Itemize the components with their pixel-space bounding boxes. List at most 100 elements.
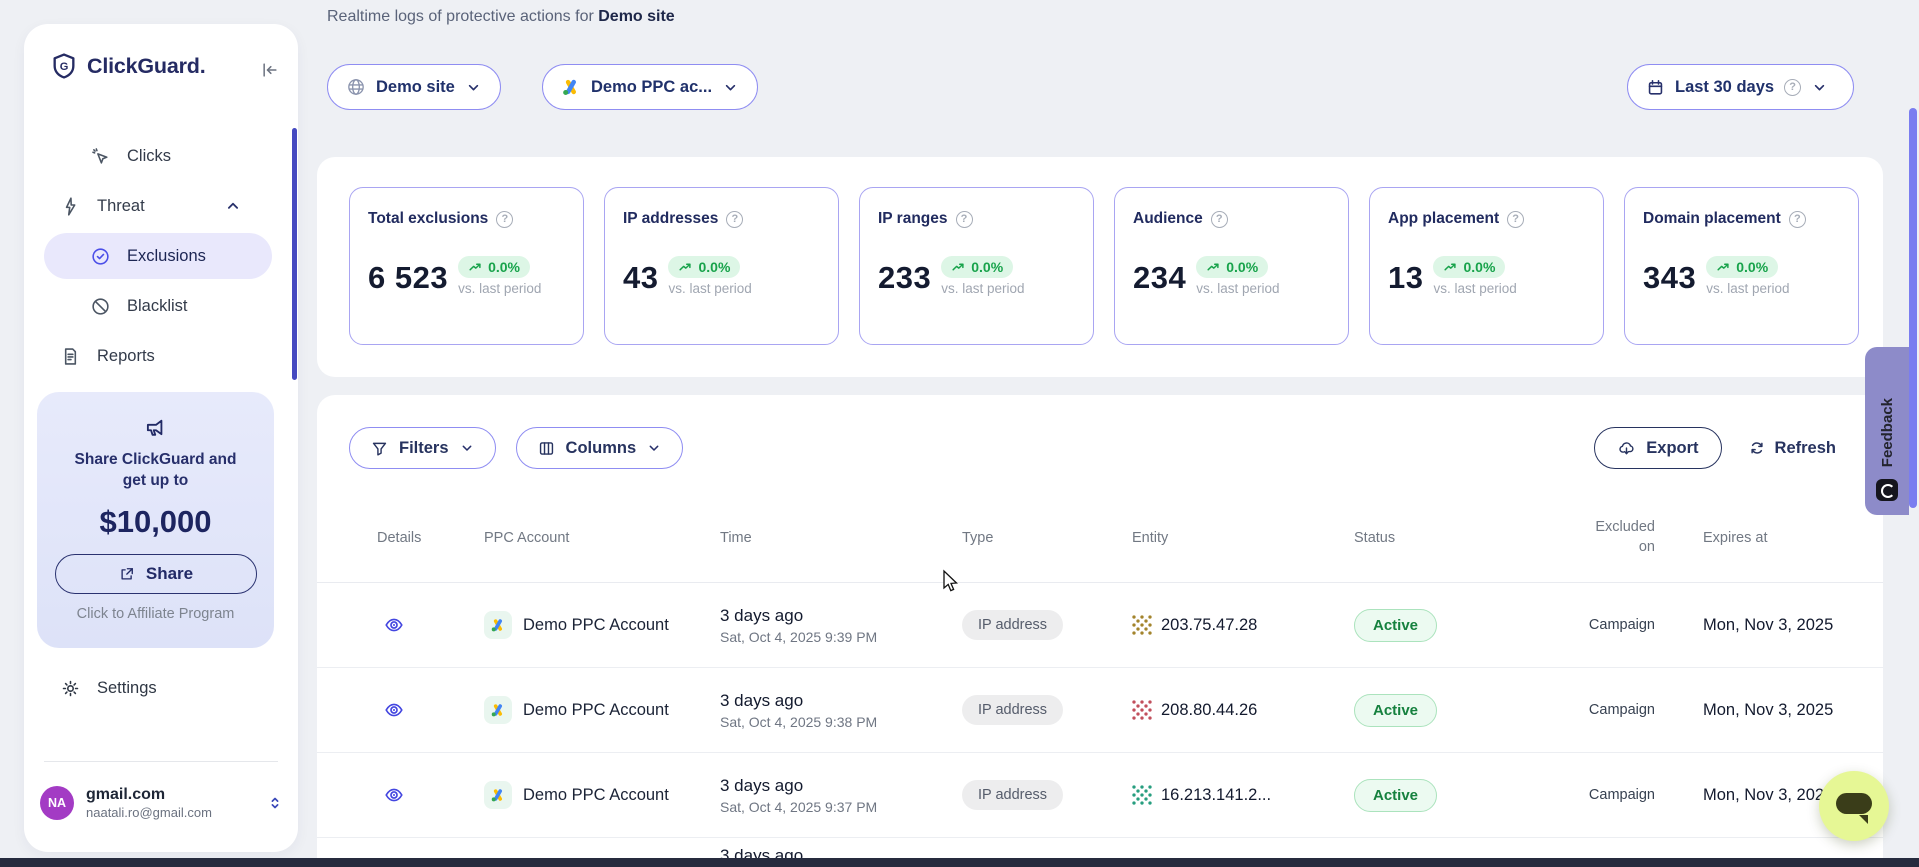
- expires-at-cell: Mon, Nov 3, 2025: [1655, 701, 1853, 720]
- clickguard-shield-icon: G: [50, 52, 78, 80]
- sidebar-item-exclusions[interactable]: Exclusions: [44, 233, 272, 279]
- stat-label: Total exclusions: [368, 210, 488, 228]
- type-cell: IP address: [962, 780, 1132, 810]
- col-time: Time: [720, 530, 962, 546]
- columns-label: Columns: [566, 439, 637, 458]
- col-type: Type: [962, 530, 1132, 546]
- help-icon[interactable]: ?: [1507, 211, 1524, 228]
- filters-button[interactable]: Filters: [349, 427, 496, 469]
- ppc-account-cell: Demo PPC Account: [484, 781, 720, 809]
- lightning-icon: [60, 196, 81, 217]
- sidebar-item-label: Threat: [97, 197, 145, 216]
- trend-badge: 0.0%: [668, 256, 740, 278]
- chevron-up-icon[interactable]: [224, 197, 242, 215]
- megaphone-icon: [51, 414, 260, 440]
- chevron-down-icon: [722, 79, 739, 96]
- excluded-on-cell: Campaign: [1530, 702, 1655, 718]
- sidebar-item-label: Exclusions: [127, 247, 206, 266]
- subtitle-text: Realtime logs of protective actions for: [327, 8, 598, 25]
- status-badge: Active: [1354, 694, 1437, 727]
- status-cell: Active: [1354, 779, 1530, 812]
- sidebar-item-threat[interactable]: Threat: [24, 181, 298, 231]
- entity-cell: 208.80.44.26: [1132, 700, 1354, 720]
- funnel-icon: [370, 439, 389, 458]
- table-row[interactable]: Demo PPC Account 3 days agoSat, Oct 4, 2…: [317, 668, 1883, 753]
- chat-widget-button[interactable]: [1819, 771, 1889, 841]
- trend-up-icon: [1716, 260, 1731, 275]
- entity-cell: 16.213.141.2...: [1132, 785, 1354, 805]
- excluded-on-cell: Campaign: [1530, 617, 1655, 633]
- help-icon[interactable]: ?: [956, 211, 973, 228]
- sidebar-item-label: Clicks: [127, 147, 171, 166]
- ppc-account-selector[interactable]: Demo PPC ac...: [542, 64, 758, 110]
- help-icon[interactable]: ?: [1211, 211, 1228, 228]
- feedback-smiley-icon: [1876, 479, 1898, 501]
- scrollbar-thumb[interactable]: [1909, 108, 1917, 508]
- columns-button[interactable]: Columns: [516, 427, 684, 469]
- sidebar-item-reports[interactable]: Reports: [24, 331, 298, 381]
- help-icon[interactable]: ?: [1784, 79, 1801, 96]
- share-button-label: Share: [146, 564, 193, 584]
- promo-amount: $10,000: [51, 504, 260, 540]
- status-cell: Active: [1354, 694, 1530, 727]
- table-row[interactable]: Demo PPC Account 3 days agoSat, Oct 4, 2…: [317, 583, 1883, 668]
- sidebar-item-settings[interactable]: Settings: [60, 678, 157, 699]
- site-selector[interactable]: Demo site: [327, 64, 501, 110]
- cursor-click-icon: [90, 146, 111, 167]
- sidebar-item-clicks[interactable]: Clicks: [24, 131, 298, 181]
- subtitle-site-name: Demo site: [598, 8, 674, 25]
- trend-up-icon: [1206, 260, 1221, 275]
- feedback-label: Feedback: [1879, 398, 1896, 467]
- sidebar: G ClickGuard. Clicks Threat Exclusions B…: [24, 24, 298, 852]
- chat-bubble-icon: [1836, 793, 1872, 814]
- external-link-icon: [118, 565, 136, 583]
- stat-sub: vs. last period: [668, 281, 751, 296]
- stat-value: 343: [1643, 260, 1696, 296]
- expires-at-cell: Mon, Nov 3, 2025: [1655, 616, 1853, 635]
- stat-card-app-placement: App placement? 13 0.0% vs. last period: [1369, 187, 1604, 345]
- account-switcher[interactable]: NA gmail.com naatali.ro@gmail.com: [40, 786, 284, 820]
- table-row[interactable]: Demo PPC Account 3 days agoSat, Oct 4, 2…: [317, 753, 1883, 838]
- export-label: Export: [1646, 439, 1698, 458]
- stat-value: 13: [1388, 260, 1423, 296]
- help-icon[interactable]: ?: [1789, 211, 1806, 228]
- gear-icon: [60, 678, 81, 699]
- affiliate-link[interactable]: Click to Affiliate Program: [51, 606, 260, 622]
- help-icon[interactable]: ?: [726, 211, 743, 228]
- export-button[interactable]: Export: [1594, 427, 1721, 469]
- stat-card-audience: Audience? 234 0.0% vs. last period: [1114, 187, 1349, 345]
- date-range-label: Last 30 days: [1675, 78, 1774, 97]
- table-header: Details PPC Account Time Type Entity Sta…: [317, 493, 1883, 583]
- stat-label: Audience: [1133, 210, 1203, 228]
- stat-card-total-exclusions: Total exclusions? 6 523 0.0% vs. last pe…: [349, 187, 584, 345]
- sidebar-item-blacklist[interactable]: Blacklist: [24, 281, 298, 331]
- stat-label: IP addresses: [623, 210, 718, 228]
- type-cell: IP address: [962, 695, 1132, 725]
- date-range-selector[interactable]: Last 30 days ?: [1627, 64, 1854, 110]
- ppc-selector-label: Demo PPC ac...: [591, 78, 712, 97]
- help-icon[interactable]: ?: [496, 211, 513, 228]
- sidebar-item-label: Reports: [97, 347, 155, 366]
- calendar-icon: [1646, 78, 1665, 97]
- ip-identicon: [1132, 615, 1152, 635]
- view-details-button[interactable]: [377, 784, 484, 806]
- share-button[interactable]: Share: [55, 554, 257, 594]
- google-ads-icon: [484, 781, 512, 809]
- col-ppc-account: PPC Account: [484, 530, 720, 546]
- time-cell: 3 days agoSat, Oct 4, 2025 9:37 PM: [720, 776, 962, 815]
- collapse-sidebar-icon[interactable]: [260, 60, 280, 80]
- refresh-icon: [1748, 439, 1766, 457]
- view-details-button[interactable]: [377, 614, 484, 636]
- col-status: Status: [1354, 530, 1530, 546]
- feedback-tab[interactable]: Feedback: [1865, 347, 1909, 515]
- view-details-button[interactable]: [377, 699, 484, 721]
- exclusions-log-panel: Filters Columns Export Refresh Details P…: [317, 395, 1883, 867]
- refresh-button[interactable]: Refresh: [1748, 439, 1836, 458]
- account-name: gmail.com: [86, 786, 212, 804]
- status-badge: Active: [1354, 609, 1437, 642]
- chevron-down-icon: [1811, 79, 1828, 96]
- col-details: Details: [377, 530, 484, 546]
- affiliate-promo-card[interactable]: Share ClickGuard and get up to $10,000 S…: [37, 392, 274, 648]
- stat-value: 234: [1133, 260, 1186, 296]
- sidebar-scrollbar[interactable]: [292, 128, 297, 380]
